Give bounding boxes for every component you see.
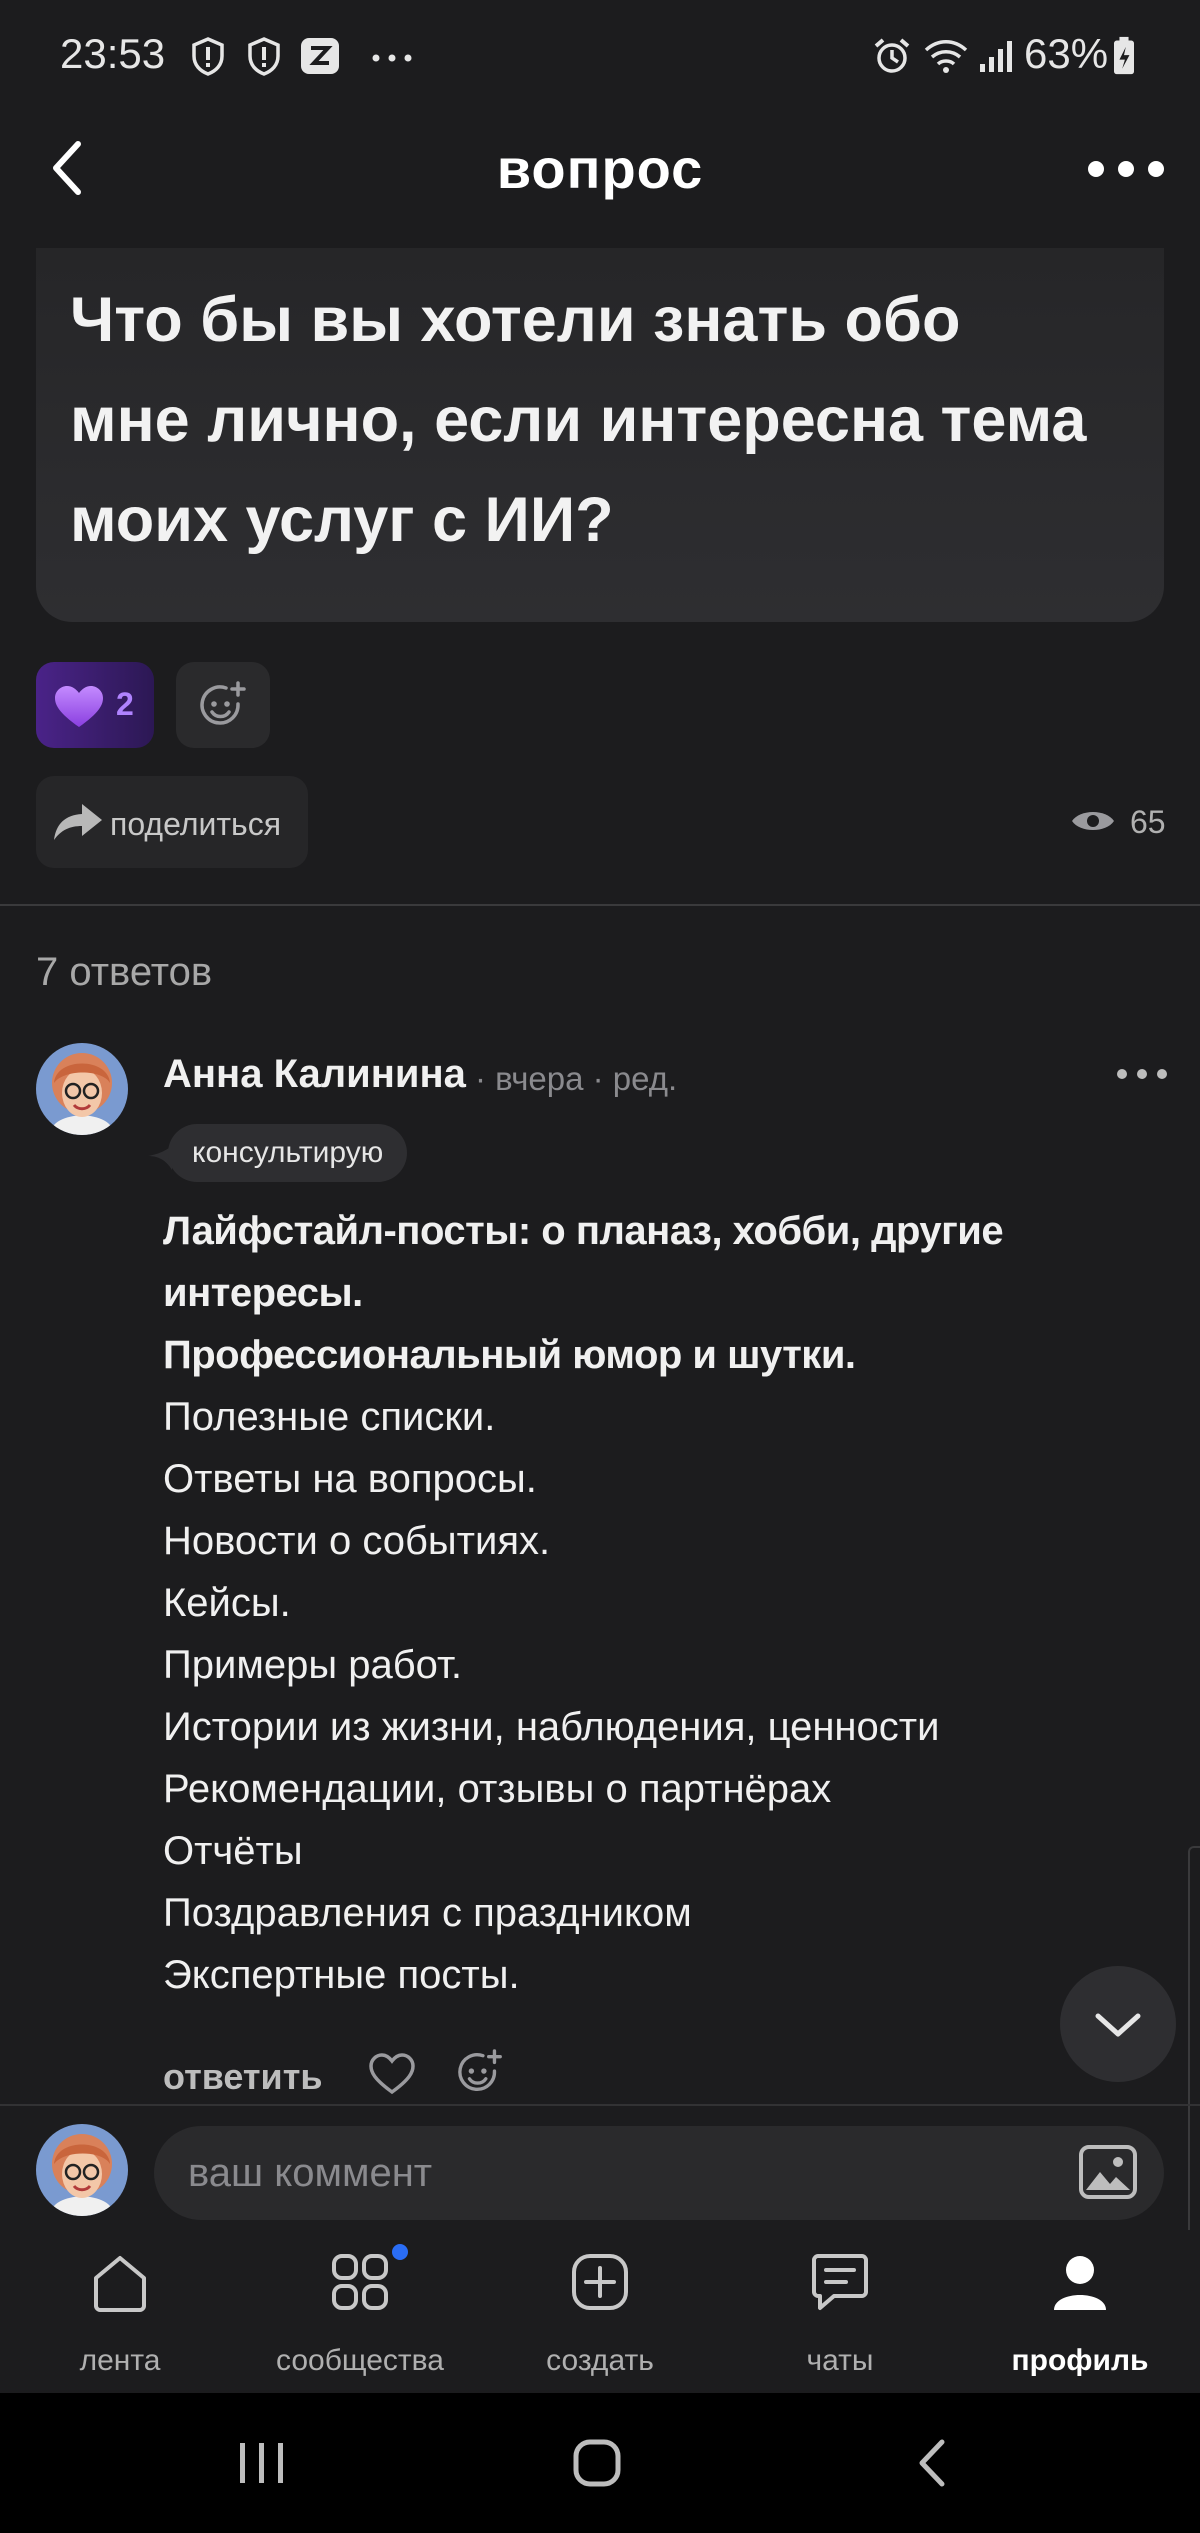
answer-line: Рекомендации, отзывы о партнёрах [163, 1767, 832, 1811]
avatar[interactable] [36, 1043, 128, 1135]
nav-label: сообщества [276, 2344, 444, 2377]
battery-percentage: 63% [1024, 30, 1109, 77]
wifi-icon [924, 40, 968, 73]
recent-apps-button[interactable] [234, 2440, 290, 2486]
nav-item-feed[interactable]: лента [10, 2250, 230, 2390]
answer-more-button[interactable] [1116, 1064, 1168, 1084]
answer-body: Лайфстайл-посты: о планаз, хобби, другие… [163, 1200, 1123, 2006]
share-arrow-icon [54, 804, 102, 840]
scrollbar[interactable] [1188, 1846, 1200, 2250]
home-button[interactable] [572, 2438, 622, 2488]
answer-line: Поздравления с праздником [163, 1891, 692, 1935]
divider [0, 904, 1200, 906]
nav-label: создать [546, 2344, 654, 2377]
comment-input[interactable] [154, 2126, 1164, 2220]
chats-icon [812, 2254, 868, 2310]
nav-item-profile[interactable]: профиль [970, 2250, 1190, 2390]
create-icon [572, 2254, 628, 2310]
scroll-down-button[interactable] [1060, 1966, 1176, 2082]
answer-line: Профессиональный юмор и шутки. [163, 1333, 856, 1377]
question-line: Что бы вы хотели знать обо [70, 285, 961, 355]
answers-count: 7 ответов [36, 950, 213, 994]
page-title: вопрос [496, 137, 704, 200]
battery-icon [1114, 36, 1134, 75]
nav-item-communities[interactable]: сообщества [250, 2250, 470, 2390]
question-text: Что бы вы хотели знать обо мне лично, ес… [70, 270, 1130, 570]
status-time: 23:53 [60, 30, 166, 77]
answer-line: Примеры работ. [163, 1643, 462, 1687]
app-notification-icon [301, 38, 339, 74]
add-emoji-icon [200, 681, 246, 725]
signal-icon [980, 41, 1012, 72]
nav-label: чаты [806, 2344, 874, 2377]
question-line: мне лично, если интересна тема [70, 385, 1087, 455]
more-options-button[interactable] [1086, 154, 1166, 184]
notification-dot [392, 2244, 408, 2260]
home-icon [94, 2256, 146, 2312]
answer-line: Лайфстайл-посты: о планаз, хобби, другие [163, 1209, 1004, 1253]
answer-line: Экспертные посты. [163, 1953, 520, 1997]
add-emoji-icon[interactable] [456, 2048, 506, 2098]
answer-line: Кейсы. [163, 1581, 291, 1625]
answer-line: Отчёты [163, 1829, 303, 1873]
share-label: поделиться [110, 806, 282, 842]
alarm-icon [874, 38, 910, 73]
nav-label: лента [79, 2344, 161, 2377]
answer-line: Полезные списки. [163, 1395, 496, 1439]
chevron-down-icon [1095, 2013, 1141, 2037]
communities-icon [332, 2254, 388, 2310]
nav-label: профиль [1011, 2344, 1149, 2377]
answer-line: интересы. [163, 1271, 363, 1315]
answer-line: Истории из жизни, наблюдения, ценности [163, 1705, 940, 1749]
eye-icon [1072, 812, 1114, 830]
heart-outline-icon[interactable] [368, 2052, 416, 2096]
back-button[interactable] [42, 136, 96, 200]
more-notifications-icon [372, 54, 412, 62]
divider [0, 2104, 1200, 2106]
nav-item-create[interactable]: создать [490, 2250, 710, 2390]
shield-alert-icon [192, 37, 224, 76]
status-bar [0, 0, 1200, 110]
shield-alert-icon [248, 37, 280, 76]
views-count: 65 [1130, 804, 1166, 840]
system-back-button[interactable] [912, 2438, 952, 2488]
status-badge: консультирую [168, 1124, 408, 1182]
answer-meta: · вчера · ред. [475, 1060, 678, 1097]
purple-heart-icon [55, 686, 103, 727]
avatar [36, 2124, 128, 2216]
image-attach-icon[interactable] [1078, 2144, 1138, 2200]
author-name[interactable]: Анна Калинина [163, 1052, 466, 1097]
question-line: моих услуг с ИИ? [70, 485, 614, 555]
nav-item-chats[interactable]: чаты [730, 2250, 950, 2390]
reply-button[interactable]: ответить [163, 2056, 322, 2098]
answer-line: Ответы на вопросы. [163, 1457, 537, 1501]
like-count: 2 [116, 686, 134, 722]
answer-line: Новости о событиях. [163, 1519, 551, 1563]
profile-icon [1054, 2256, 1106, 2310]
